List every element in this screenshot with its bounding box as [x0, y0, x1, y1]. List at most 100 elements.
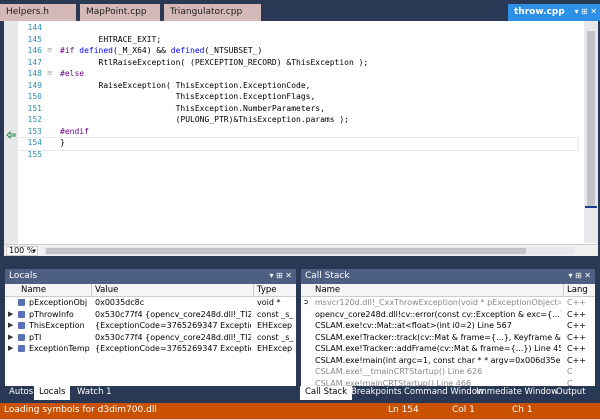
variable-icon — [18, 345, 25, 352]
tab-watch-1[interactable]: Watch 1 — [72, 386, 117, 400]
callstack-row[interactable]: CSLAM.exe!__tmainCRTStartup() Line 626 C — [301, 366, 595, 378]
tab-throw-cpp[interactable]: throw.cpp ▾ ⊞ ✕ — [508, 4, 600, 21]
return-arrow-icon — [6, 131, 16, 139]
tab-output[interactable]: Output — [551, 386, 591, 400]
locals-cell-type: EHExcep — [257, 344, 293, 353]
callstack-cell-name: msvcr120d.dll!_CxxThrowException(void * … — [315, 298, 561, 307]
callstack-tabstrip: Call Stack Breakpoints Command Window Im… — [300, 386, 596, 400]
tab-call-stack[interactable]: Call Stack — [300, 386, 353, 400]
callstack-row[interactable]: CSLAM.exe!Tracker::addFrame(cv::Mat & fr… — [301, 343, 595, 355]
callstack-cell-name: CSLAM.exe!main(int argc=1, const char * … — [315, 355, 561, 365]
breakpoint-margin[interactable] — [4, 21, 18, 256]
chevron-down-icon: ▾ — [32, 247, 36, 255]
callstack-cell-name: CSLAM.exe!Tracker::addFrame(cv::Mat & fr… — [315, 344, 561, 353]
document-tabbar: Helpers.h MapPoint.cpp Triangulator.cpp … — [0, 0, 600, 21]
scrollbar-thumb[interactable] — [587, 31, 595, 206]
variable-icon — [18, 310, 25, 318]
fold-collapse-icon[interactable]: ⊟ — [45, 46, 54, 54]
callstack-cell-name: CSLAM.exe!cv::Mat::at<float>(int i0=2) L… — [315, 321, 512, 330]
zoom-select[interactable]: 100 % ▾ — [6, 246, 38, 256]
locals-cell-value: 0x530c77f4 {opencv_core248d.dll!_TI2?AVE… — [95, 332, 251, 342]
expand-arrow-icon[interactable]: ▶ — [8, 333, 13, 341]
callstack-cell-name: CSLAM.exe!__tmainCRTStartup() Line 626 — [315, 367, 483, 376]
callstack-cell-lang: C++ — [567, 344, 586, 353]
scrollbar-position-marker — [585, 206, 597, 208]
code-line: 146 ⊟ #if defined(_M_X64) && defined(_NTSU… — [27, 46, 263, 55]
tab-controls-icon[interactable]: ▾ ⊞ ✕ — [574, 7, 597, 16]
locals-row[interactable]: ▶ pTI 0x530c77f4 {opencv_core248d.dll!_TI2… — [5, 332, 296, 344]
tab-breakpoints[interactable]: Breakpoints — [346, 386, 407, 400]
locals-row[interactable]: pExceptionObj 0x0035dc8c void * — [5, 297, 296, 309]
code-lines: 144 145 EHTRACE_EXIT; 146 ⊟ #if defined(_M… — [17, 23, 579, 161]
callstack-cell-lang: C — [567, 367, 573, 376]
code-line: 152 (PULONG_PTR)&ThisException.params ); — [27, 115, 349, 124]
locals-cell-name: ThisException — [29, 321, 85, 330]
tab-triangulator-cpp[interactable]: Triangulator.cpp — [164, 4, 261, 21]
locals-row[interactable]: ▶ ThisException {ExceptionCode=3765269347 … — [5, 320, 296, 332]
callstack-row[interactable]: ➲ msvcr120d.dll!_CxxThrowException(void *… — [301, 297, 595, 309]
editor-bottom-bar: 100 % ▾ — [4, 244, 598, 256]
tab-locals[interactable]: Locals — [34, 386, 71, 400]
expand-arrow-icon[interactable]: ▶ — [8, 321, 13, 329]
column-lang[interactable]: Lang — [567, 285, 588, 295]
code-line: 148 ⊟ #else — [27, 69, 85, 78]
column-name[interactable]: Name — [315, 285, 340, 295]
column-name[interactable]: Name — [21, 285, 46, 295]
status-line: Ln 154 — [388, 405, 419, 415]
callstack-row[interactable]: CSLAM.exe!Tracker::track(cv::Mat & frame… — [301, 332, 595, 344]
callstack-cell-lang: C++ — [567, 355, 586, 365]
tab-helpers-h[interactable]: Helpers.h — [0, 4, 76, 21]
current-code-line: 154} — [17, 137, 579, 151]
callstack-cell-lang: C++ — [567, 321, 586, 330]
locals-cell-type: void * — [257, 298, 281, 307]
column-type[interactable]: Type — [257, 285, 277, 295]
callstack-row[interactable]: CSLAM.exe!main(int argc=1, const char * … — [301, 355, 595, 367]
editor-horizontal-scrollbar[interactable] — [44, 247, 574, 255]
fold-collapse-icon[interactable]: ⊟ — [45, 69, 54, 77]
current-frame-arrow-icon: ➲ — [303, 298, 309, 306]
status-char: Ch 1 — [512, 405, 533, 415]
locals-column-header: Name Value Type — [5, 284, 296, 297]
locals-row[interactable]: ▶ ExceptionTemp {ExceptionCode=3765269347 … — [5, 343, 296, 355]
locals-cell-type: EHExcep — [257, 321, 293, 330]
column-value[interactable]: Value — [95, 285, 118, 295]
locals-row[interactable]: ▶ pThrowInfo 0x530c77f4 {opencv_core248d.d… — [5, 309, 296, 321]
locals-cell-name: pExceptionObj — [29, 298, 88, 307]
callstack-row[interactable]: opencv_core248d.dll!cv::error(const cv::… — [301, 309, 595, 321]
expand-arrow-icon[interactable]: ▶ — [8, 344, 13, 352]
panel-controls-icon[interactable]: ▾ ⊞ ✕ — [568, 271, 591, 280]
callstack-title-bar: Call Stack ▾ ⊞ ✕ — [301, 269, 595, 284]
callstack-column-header: Name Lang — [301, 284, 595, 297]
expand-arrow-icon[interactable]: ▶ — [8, 310, 13, 318]
scrollbar-thumb[interactable] — [46, 248, 526, 254]
locals-cell-value: {ExceptionCode=3765269347 ExceptionFlags… — [95, 321, 251, 330]
tab-immediate-window[interactable]: Immediate Window — [471, 386, 563, 400]
vs-window: Helpers.h MapPoint.cpp Triangulator.cpp … — [0, 0, 600, 419]
code-line: 149 RaiseException( ThisException.Except… — [27, 80, 311, 90]
editor-vertical-scrollbar[interactable] — [584, 21, 598, 243]
status-column: Col 1 — [452, 405, 475, 415]
locals-cell-name: ExceptionTemp — [29, 344, 90, 353]
callstack-cell-lang: C++ — [567, 309, 586, 319]
panel-controls-icon[interactable]: ▾ ⊞ ✕ — [269, 271, 292, 280]
locals-cell-type: const _s_ — [257, 332, 294, 342]
status-bar: Loading symbols for d3dim700.dll Ln 154 … — [0, 403, 600, 419]
locals-cell-type: const _s_ — [257, 309, 294, 319]
callstack-cell-name: opencv_core248d.dll!cv::error(const cv::… — [315, 309, 561, 319]
locals-title-bar: Locals ▾ ⊞ ✕ — [5, 269, 296, 284]
locals-cell-name: pThrowInfo — [29, 309, 74, 319]
code-editor[interactable]: 144 145 EHTRACE_EXIT; 146 ⊟ #if defined(_M… — [4, 21, 598, 256]
locals-panel: Locals ▾ ⊞ ✕ Name Value Type pExceptionO… — [4, 268, 297, 400]
callstack-row[interactable]: CSLAM.exe!cv::Mat::at<float>(int i0=2) L… — [301, 320, 595, 332]
code-line: 150 ThisException.ExceptionFlags, — [27, 92, 316, 101]
code-line: 155 — [27, 149, 42, 159]
locals-cell-name: pTI — [29, 332, 42, 342]
variable-icon — [18, 322, 25, 329]
code-line: 153 #endif — [27, 126, 89, 136]
code-line: 147 RtlRaiseException( (PEXCEPTION_RECOR… — [27, 57, 369, 67]
code-line: 145 EHTRACE_EXIT; — [27, 34, 162, 44]
code-line: 151 ThisException.NumberParameters, — [27, 103, 325, 113]
variable-icon — [18, 299, 25, 306]
code-line: 144 — [27, 23, 42, 32]
tab-mappoint-cpp[interactable]: MapPoint.cpp — [80, 4, 160, 21]
